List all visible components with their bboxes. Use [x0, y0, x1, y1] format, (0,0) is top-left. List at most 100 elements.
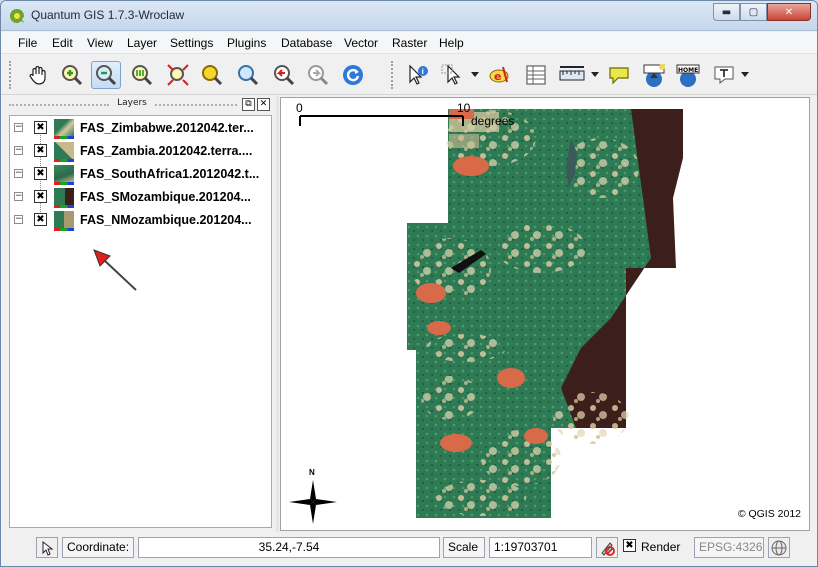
- menu-edit[interactable]: Edit: [52, 36, 73, 50]
- expand-toggle[interactable]: −: [14, 192, 23, 201]
- deselect-button[interactable]: e: [485, 61, 515, 89]
- projection-button[interactable]: [768, 537, 790, 558]
- mouse-pointer-icon: [42, 540, 54, 556]
- toolbar-grip[interactable]: [9, 61, 13, 89]
- maximize-button[interactable]: ▢: [740, 3, 767, 21]
- layer-visibility-checkbox[interactable]: ✖: [34, 190, 47, 203]
- expand-toggle[interactable]: −: [14, 146, 23, 155]
- menu-plugins[interactable]: Plugins: [227, 36, 266, 50]
- map-canvas[interactable]: 0 10 degrees N © QGIS 2012: [280, 97, 810, 531]
- layer-visibility-checkbox[interactable]: ✖: [34, 213, 47, 226]
- text-annotation-button[interactable]: [709, 61, 739, 89]
- layer-row-zimbabwe[interactable]: − ✖ FAS_Zimbabwe.2012042.ter...: [10, 118, 271, 140]
- panel-splitter[interactable]: [276, 96, 279, 532]
- measure-button[interactable]: [557, 61, 587, 89]
- zoom-layer-icon: [238, 65, 259, 86]
- panel-grip[interactable]: [155, 104, 237, 106]
- toolbar-grip[interactable]: [391, 61, 395, 89]
- expand-toggle[interactable]: −: [14, 169, 23, 178]
- identify-button[interactable]: i: [403, 61, 433, 89]
- zoom-selection-button[interactable]: [197, 61, 227, 89]
- expand-toggle[interactable]: −: [14, 123, 23, 132]
- coordinate-toggle-button[interactable]: [36, 537, 58, 558]
- zoom-next-button[interactable]: [303, 61, 333, 89]
- menu-settings[interactable]: Settings: [170, 36, 213, 50]
- menu-file[interactable]: File: [18, 36, 37, 50]
- close-button[interactable]: ✕: [767, 3, 811, 21]
- menu-help[interactable]: Help: [439, 36, 464, 50]
- attribute-table-icon: [526, 65, 546, 85]
- layer-row-nmozambique[interactable]: − ✖ FAS_NMozambique.201204...: [10, 210, 271, 232]
- map-tips-button[interactable]: [604, 61, 634, 89]
- minimize-button[interactable]: ▬: [713, 3, 740, 21]
- zoom-last-button[interactable]: [269, 61, 299, 89]
- zoom-full-icon: [167, 64, 189, 86]
- layer-visibility-checkbox[interactable]: ✖: [34, 167, 47, 180]
- layers-panel: Layers ⧉ ✕ − ✖ FAS_Zimbabwe.2012042.ter.…: [1, 96, 276, 532]
- scalebar: [299, 115, 464, 126]
- zoom-actual-size-button[interactable]: [127, 61, 157, 89]
- zoom-last-icon: [274, 65, 295, 86]
- show-bookmarks-button[interactable]: HOME: [673, 61, 703, 89]
- layer-visibility-checkbox[interactable]: ✖: [34, 144, 47, 157]
- new-bookmark-button[interactable]: [639, 61, 669, 89]
- stop-render-icon: [601, 541, 615, 556]
- deselect-icon: e: [489, 66, 509, 83]
- menu-raster[interactable]: Raster: [392, 36, 427, 50]
- measure-dropdown-arrow[interactable]: [591, 72, 599, 77]
- raster-thumbnail-icon: [54, 211, 74, 231]
- zoom-out-button[interactable]: [91, 61, 121, 89]
- layer-row-zambia[interactable]: − ✖ FAS_Zambia.2012042.terra....: [10, 141, 271, 163]
- menu-database[interactable]: Database: [281, 36, 332, 50]
- text-annotation-icon: [714, 66, 734, 85]
- show-bookmarks-icon: HOME: [676, 64, 700, 87]
- annotation-dropdown-arrow[interactable]: [741, 72, 749, 77]
- zoom-out-icon: [96, 65, 117, 86]
- scale-combobox[interactable]: 1:19703701: [489, 537, 592, 558]
- zoom-in-button[interactable]: [57, 61, 87, 89]
- layer-name[interactable]: FAS_SMozambique.201204...: [80, 190, 251, 204]
- layer-row-southafrica1[interactable]: − ✖ FAS_SouthAfrica1.2012042.t...: [10, 164, 271, 186]
- map-tips-icon: [609, 67, 629, 85]
- expand-toggle[interactable]: −: [14, 215, 23, 224]
- title-bar: Quantum GIS 1.7.3-Wroclaw ▬ ▢ ✕: [1, 1, 817, 31]
- scalebar-start-label: 0: [296, 101, 303, 115]
- menu-vector[interactable]: Vector: [344, 36, 378, 50]
- window-controls: ▬ ▢ ✕: [713, 3, 811, 21]
- measure-icon: [559, 66, 585, 81]
- layer-tree[interactable]: − ✖ FAS_Zimbabwe.2012042.ter... − ✖ FAS_…: [9, 115, 272, 528]
- coordinate-field[interactable]: 35.24,-7.54: [138, 537, 440, 558]
- svg-text:i: i: [422, 68, 424, 76]
- stop-render-button[interactable]: [596, 537, 618, 558]
- layer-name[interactable]: FAS_Zimbabwe.2012042.ter...: [80, 121, 254, 135]
- menu-view[interactable]: View: [87, 36, 113, 50]
- panel-float-button[interactable]: ⧉: [242, 98, 255, 111]
- select-button[interactable]: [437, 61, 467, 89]
- qgis-logo-icon: [10, 9, 24, 23]
- layer-name[interactable]: FAS_NMozambique.201204...: [80, 213, 252, 227]
- zoom-layer-button[interactable]: [233, 61, 263, 89]
- layer-name[interactable]: FAS_Zambia.2012042.terra....: [80, 144, 252, 158]
- crs-status-button[interactable]: EPSG:4326: [694, 537, 764, 558]
- panel-grip[interactable]: [9, 104, 109, 106]
- pan-button[interactable]: [23, 61, 53, 89]
- render-checkbox[interactable]: ✖: [623, 539, 636, 552]
- raster-thumbnail-icon: [54, 142, 74, 162]
- select-dropdown-arrow[interactable]: [471, 72, 479, 77]
- panel-close-button[interactable]: ✕: [257, 98, 270, 111]
- layer-visibility-checkbox[interactable]: ✖: [34, 121, 47, 134]
- new-bookmark-icon: [643, 64, 665, 87]
- svg-text:e: e: [494, 70, 501, 83]
- map-navigation-toolbar: i e HOME: [1, 55, 817, 95]
- refresh-button[interactable]: [338, 61, 368, 89]
- raster-thumbnail-icon: [54, 119, 74, 139]
- layer-name[interactable]: FAS_SouthAfrica1.2012042.t...: [80, 167, 259, 181]
- home-label: HOME: [678, 67, 698, 74]
- zoom-full-button[interactable]: [163, 61, 193, 89]
- layer-row-smozambique[interactable]: − ✖ FAS_SMozambique.201204...: [10, 187, 271, 209]
- menu-layer[interactable]: Layer: [127, 36, 157, 50]
- attribute-table-button[interactable]: [521, 61, 551, 89]
- scale-label: Scale: [443, 537, 485, 558]
- layers-panel-header: Layers ⧉ ✕: [9, 98, 271, 112]
- layers-panel-title: Layers: [117, 98, 147, 108]
